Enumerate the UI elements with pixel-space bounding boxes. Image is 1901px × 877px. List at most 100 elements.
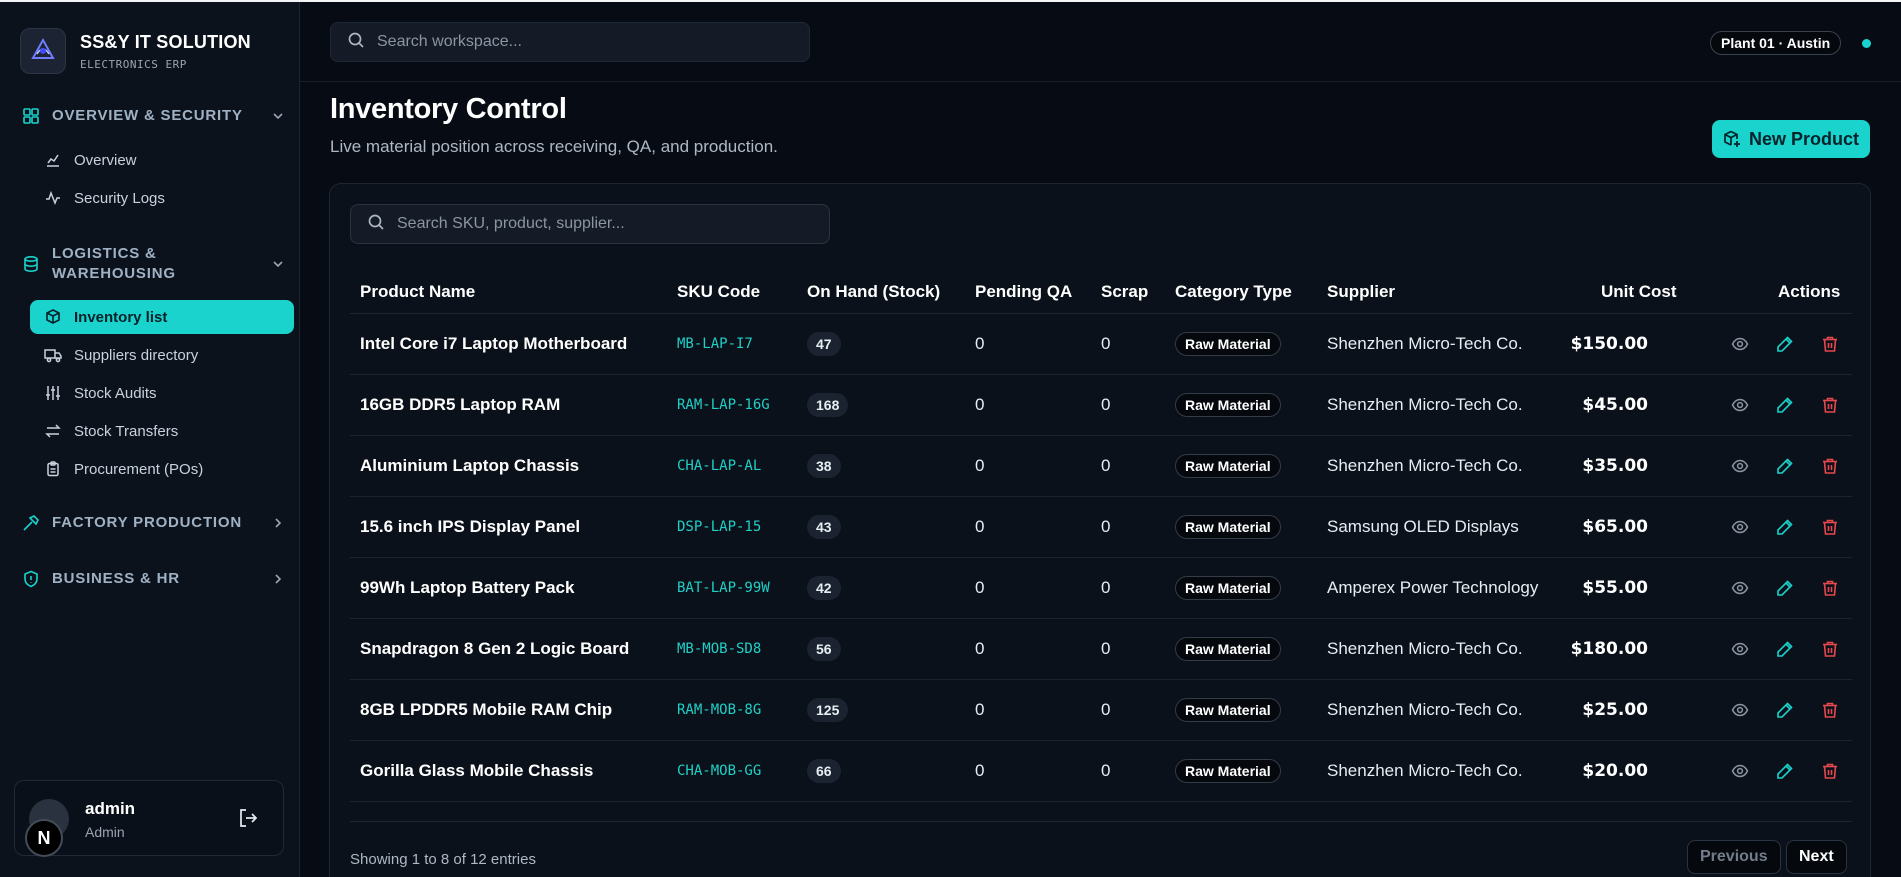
sidebar-item-label: Overview xyxy=(74,151,137,169)
stock-badge: 125 xyxy=(807,698,849,722)
view-icon[interactable] xyxy=(1729,638,1751,660)
header-supplier[interactable]: Supplier xyxy=(1327,282,1395,302)
header-product-name[interactable]: Product Name xyxy=(360,282,475,302)
section-overview-security[interactable]: OVERVIEW & SECURITY xyxy=(20,106,286,126)
header-unit-cost[interactable]: Unit Cost xyxy=(1601,282,1677,302)
scrap-value: 0 xyxy=(1101,517,1111,536)
grid-icon xyxy=(20,107,42,125)
table-row[interactable]: 15.6 inch IPS Display Panel DSP-LAP-15 43 0… xyxy=(350,497,1852,558)
previous-page-button[interactable]: Previous xyxy=(1687,840,1781,874)
table-header: Product Name SKU Code On Hand (Stock) Pe… xyxy=(350,270,1852,314)
delete-icon[interactable] xyxy=(1819,333,1841,355)
sku-code: MB-MOB-SD8 xyxy=(677,641,762,657)
app-badge[interactable]: N xyxy=(25,819,63,857)
edit-icon[interactable] xyxy=(1774,699,1796,721)
scrap-value: 0 xyxy=(1101,456,1111,475)
view-icon[interactable] xyxy=(1729,455,1751,477)
header-sku-code[interactable]: SKU Code xyxy=(677,282,760,302)
header-actions: Actions xyxy=(1778,282,1841,301)
edit-icon[interactable] xyxy=(1774,638,1796,660)
table-row[interactable]: Intel Core i7 Laptop Motherboard MB-LAP-I… xyxy=(350,314,1852,375)
scrap-value: 0 xyxy=(1101,700,1111,719)
edit-icon[interactable] xyxy=(1774,455,1796,477)
unit-cost: $180.00 xyxy=(1570,639,1648,659)
chevron-right-icon xyxy=(270,517,286,529)
new-product-button[interactable]: New Product xyxy=(1712,120,1870,158)
table-row[interactable]: 16GB DDR5 Laptop RAM RAM-LAP-16G 168 0 0 Raw … xyxy=(350,375,1852,436)
table-search-input[interactable] xyxy=(397,215,797,233)
table-row[interactable]: Aluminium Laptop Chassis CHA-LAP-AL 38 0 0 Ra… xyxy=(350,436,1852,497)
view-icon[interactable] xyxy=(1729,699,1751,721)
delete-icon[interactable] xyxy=(1819,699,1841,721)
sidebar-item-label: Suppliers directory xyxy=(74,346,199,364)
sidebar-item-overview[interactable]: Overview xyxy=(30,143,294,177)
plant-badge[interactable]: Plant 01 · Austin xyxy=(1710,31,1842,55)
section-logistics-warehousing[interactable]: LOGISTICS & WAREHOUSING xyxy=(20,244,286,284)
header-scrap[interactable]: Scrap xyxy=(1101,282,1148,302)
delete-icon[interactable] xyxy=(1819,394,1841,416)
category-badge: Raw Material xyxy=(1175,332,1281,356)
table-row[interactable]: 99Wh Laptop Battery Pack BAT-LAP-99W 42 0 0 R… xyxy=(350,558,1852,619)
delete-icon[interactable] xyxy=(1819,638,1841,660)
edit-icon[interactable] xyxy=(1774,577,1796,599)
supplier-name: Shenzhen Micro-Tech Co. xyxy=(1327,334,1523,353)
delete-icon[interactable] xyxy=(1819,577,1841,599)
sidebar-item-inventory-list[interactable]: Inventory list xyxy=(30,300,294,334)
sku-code: BAT-LAP-99W xyxy=(677,580,770,596)
section-factory-production[interactable]: FACTORY PRODUCTION xyxy=(20,513,286,533)
table-row[interactable]: Snapdragon 8 Gen 2 Logic Board MB-MOB-SD8… xyxy=(350,619,1852,680)
product-name: Gorilla Glass Mobile Chassis xyxy=(360,761,594,780)
category-badge: Raw Material xyxy=(1175,576,1281,600)
edit-icon[interactable] xyxy=(1774,760,1796,782)
table-search[interactable] xyxy=(350,204,830,244)
transfer-icon xyxy=(44,423,62,439)
pending-qa-value: 0 xyxy=(975,700,985,719)
section-label: FACTORY PRODUCTION xyxy=(52,514,242,531)
stock-badge: 66 xyxy=(807,759,841,783)
edit-icon[interactable] xyxy=(1774,516,1796,538)
table-body: Intel Core i7 Laptop Motherboard MB-LAP-I… xyxy=(350,314,1852,802)
stock-badge: 168 xyxy=(807,393,849,417)
sidebar-item-stock-transfers[interactable]: Stock Transfers xyxy=(30,414,294,448)
delete-icon[interactable] xyxy=(1819,455,1841,477)
supplier-name: Shenzhen Micro-Tech Co. xyxy=(1327,761,1523,780)
view-icon[interactable] xyxy=(1729,394,1751,416)
workspace-search-input[interactable] xyxy=(377,33,777,51)
table-row[interactable]: Gorilla Glass Mobile Chassis CHA-MOB-GG 66… xyxy=(350,741,1852,802)
header-on-hand[interactable]: On Hand (Stock) xyxy=(807,282,940,302)
scrap-value: 0 xyxy=(1101,639,1111,658)
table-row[interactable]: 8GB LPDDR5 Mobile RAM Chip RAM-MOB-8G 125 0… xyxy=(350,680,1852,741)
database-icon xyxy=(20,255,42,273)
supplier-name: Samsung OLED Displays xyxy=(1327,517,1519,536)
view-icon[interactable] xyxy=(1729,577,1751,599)
section-business-hr[interactable]: BUSINESS & HR xyxy=(20,569,286,589)
pending-qa-value: 0 xyxy=(975,456,985,475)
view-icon[interactable] xyxy=(1729,760,1751,782)
pending-qa-value: 0 xyxy=(975,578,985,597)
product-name: Intel Core i7 Laptop Motherboard xyxy=(360,334,628,353)
delete-icon[interactable] xyxy=(1819,760,1841,782)
edit-icon[interactable] xyxy=(1774,333,1796,355)
next-page-button[interactable]: Next xyxy=(1786,840,1847,874)
header-pending-qa[interactable]: Pending QA xyxy=(975,282,1072,302)
header-category-type[interactable]: Category Type xyxy=(1175,282,1292,302)
pending-qa-value: 0 xyxy=(975,639,985,658)
truck-icon xyxy=(44,347,62,363)
scrap-value: 0 xyxy=(1101,578,1111,597)
inventory-card: Product Name SKU Code On Hand (Stock) Pe… xyxy=(329,183,1871,877)
delete-icon[interactable] xyxy=(1819,516,1841,538)
logout-icon[interactable] xyxy=(237,807,261,831)
unit-cost: $20.00 xyxy=(1582,761,1648,781)
sidebar-item-suppliers-directory[interactable]: Suppliers directory xyxy=(30,338,294,372)
stock-badge: 38 xyxy=(807,454,841,478)
workspace-search[interactable] xyxy=(330,22,810,62)
edit-icon[interactable] xyxy=(1774,394,1796,416)
sidebar-item-label: Security Logs xyxy=(74,189,165,207)
sidebar-item-security-logs[interactable]: Security Logs xyxy=(30,181,294,215)
view-icon[interactable] xyxy=(1729,333,1751,355)
sidebar-item-procurement[interactable]: Procurement (POs) xyxy=(30,452,294,486)
user-name: admin xyxy=(85,799,136,818)
view-icon[interactable] xyxy=(1729,516,1751,538)
product-name: 8GB LPDDR5 Mobile RAM Chip xyxy=(360,700,613,719)
sidebar-item-stock-audits[interactable]: Stock Audits xyxy=(30,376,294,410)
